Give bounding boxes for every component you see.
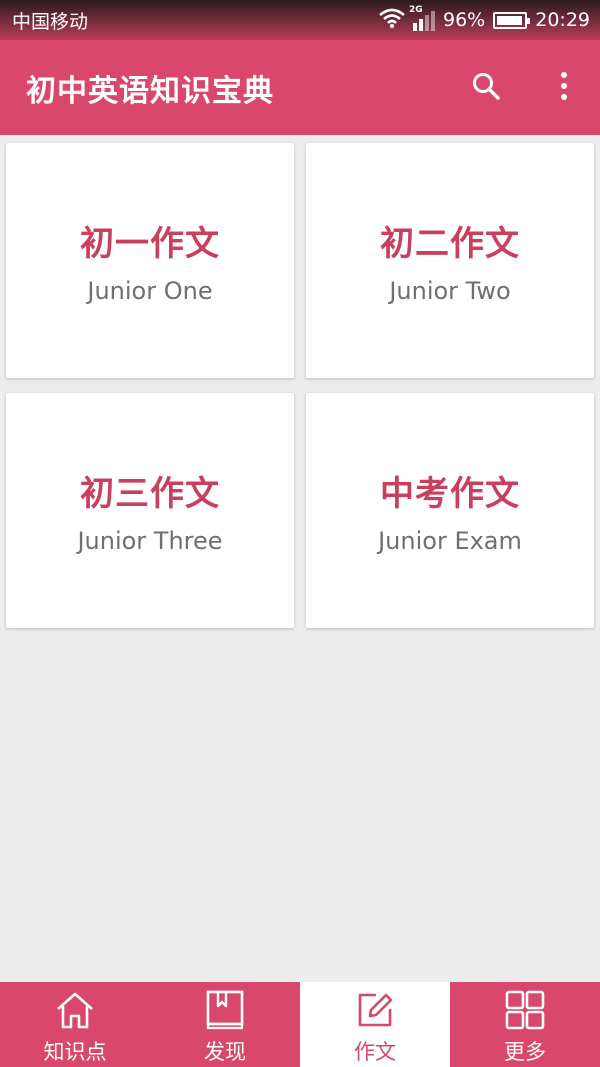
card-title: 初三作文 <box>80 474 220 514</box>
grid-icon <box>503 988 547 1032</box>
card-subtitle: Junior Three <box>77 527 223 555</box>
nav-item-essay[interactable]: 作文 <box>300 982 450 1067</box>
card-junior-two[interactable]: 初二作文 Junior Two <box>306 143 594 378</box>
network-type: 2G <box>409 5 423 15</box>
search-button[interactable] <box>468 70 504 106</box>
app-bar-actions <box>468 70 582 106</box>
edit-icon <box>353 988 397 1032</box>
card-subtitle: Junior One <box>87 277 213 305</box>
home-icon <box>53 988 97 1032</box>
clock: 20:29 <box>535 9 590 31</box>
app-bar: 初中英语知识宝典 <box>0 40 600 135</box>
app-title: 初中英语知识宝典 <box>26 73 274 109</box>
search-icon <box>471 71 501 105</box>
overflow-menu-button[interactable] <box>546 70 582 106</box>
battery-icon <box>493 11 531 29</box>
card-title: 初一作文 <box>80 224 220 264</box>
nav-label: 作文 <box>354 1040 396 1064</box>
card-subtitle: Junior Two <box>389 277 511 305</box>
status-indicators: 2G 96% 20:29 <box>379 5 590 33</box>
card-junior-three[interactable]: 初三作文 Junior Three <box>6 393 294 628</box>
more-vert-icon <box>559 71 569 105</box>
wifi-icon <box>379 8 405 33</box>
card-junior-one[interactable]: 初一作文 Junior One <box>6 143 294 378</box>
nav-label: 知识点 <box>43 1040 107 1064</box>
card-title: 中考作文 <box>380 474 520 514</box>
nav-item-knowledge[interactable]: 知识点 <box>0 982 150 1067</box>
nav-label: 发现 <box>204 1040 246 1064</box>
battery-fill <box>497 15 523 25</box>
nav-item-more[interactable]: 更多 <box>450 982 600 1067</box>
carrier-label: 中国移动 <box>12 10 89 33</box>
bottom-nav: 知识点 发现 作文 更多 <box>0 982 600 1067</box>
screen: 中国移动 2G 96% 20:29 初中英语知识宝典 初一作文 Junior O… <box>0 0 600 1067</box>
battery-percent: 96% <box>443 9 486 31</box>
nav-item-discover[interactable]: 发现 <box>150 982 300 1067</box>
card-junior-exam[interactable]: 中考作文 Junior Exam <box>306 393 594 628</box>
signal-icon: 2G <box>409 5 435 31</box>
card-title: 初二作文 <box>380 224 520 264</box>
nav-label: 更多 <box>504 1040 546 1064</box>
card-subtitle: Junior Exam <box>378 527 522 555</box>
status-bar: 中国移动 2G 96% 20:29 <box>0 0 600 40</box>
essay-grade-grid: 初一作文 Junior One 初二作文 Junior Two 初三作文 Jun… <box>6 143 594 628</box>
book-icon <box>203 988 247 1032</box>
